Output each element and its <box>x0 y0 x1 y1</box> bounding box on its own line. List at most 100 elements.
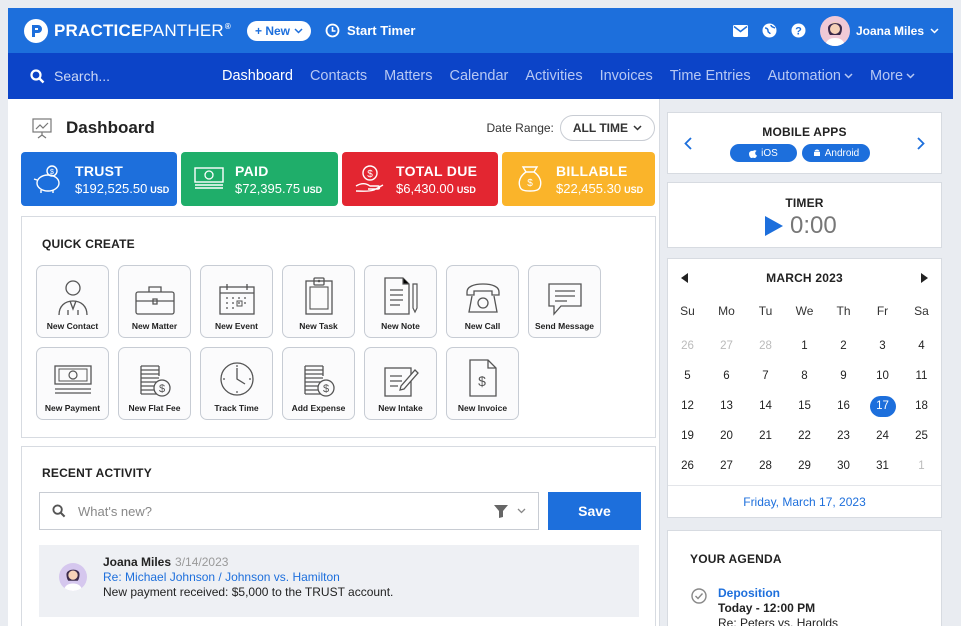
calendar-day[interactable]: 13 <box>707 391 746 421</box>
selected-date-label[interactable]: Friday, March 17, 2023 <box>668 495 941 509</box>
avatar <box>819 15 850 46</box>
next-month-icon[interactable] <box>920 273 928 283</box>
nav-calendar[interactable]: Calendar <box>450 68 509 84</box>
new-task-button[interactable]: New Task <box>282 265 355 338</box>
nav-activities[interactable]: Activities <box>525 68 582 84</box>
previous-month-icon[interactable] <box>681 273 688 283</box>
help-icon[interactable]: ? <box>791 23 806 38</box>
whats-new-input[interactable]: What's new? <box>39 492 539 530</box>
save-button[interactable]: Save <box>548 492 641 530</box>
nav-invoices[interactable]: Invoices <box>600 68 653 84</box>
calendar-week: 19 20 21 22 23 24 25 <box>668 421 941 451</box>
globe-icon[interactable] <box>762 23 777 38</box>
mail-icon[interactable] <box>732 24 748 37</box>
calendar-day[interactable]: 6 <box>707 361 746 391</box>
new-event-button[interactable]: New Event <box>200 265 273 338</box>
calendar-day-selected[interactable]: 17 <box>863 391 902 421</box>
play-icon[interactable] <box>764 215 784 237</box>
android-app-button[interactable]: Android <box>802 144 870 162</box>
filter-dropdown[interactable] <box>493 503 526 519</box>
ios-app-button[interactable]: iOS <box>730 144 797 162</box>
new-button[interactable]: + New <box>246 20 311 41</box>
new-call-button[interactable]: New Call <box>446 265 519 338</box>
invoice-icon: $ <box>468 359 497 397</box>
date-range-label: Date Range: <box>486 121 554 135</box>
calendar-day[interactable]: 28 <box>746 451 785 481</box>
calendar-day[interactable]: 8 <box>785 361 824 391</box>
calendar-day[interactable]: 23 <box>824 421 863 451</box>
new-payment-button[interactable]: New Payment <box>36 347 109 420</box>
calendar-day[interactable]: 14 <box>746 391 785 421</box>
day-of-week-label: Fr <box>876 304 889 318</box>
calendar-day[interactable]: 25 <box>902 421 941 451</box>
nav-contacts[interactable]: Contacts <box>310 68 367 84</box>
date-range-value: ALL TIME <box>572 121 628 135</box>
calendar-day[interactable]: 24 <box>863 421 902 451</box>
calendar-day[interactable]: 7 <box>746 361 785 391</box>
calendar-day[interactable]: 27 <box>707 331 746 361</box>
user-menu[interactable]: Joana Miles <box>819 15 939 46</box>
send-message-button[interactable]: Send Message <box>528 265 601 338</box>
whats-new-placeholder: What's new? <box>78 503 153 519</box>
agenda-item-matter: Re: Peters vs. Harolds <box>718 616 839 626</box>
calendar-day[interactable]: 10 <box>863 361 902 391</box>
date-range-select[interactable]: ALL TIME <box>559 115 655 141</box>
calendar-day[interactable]: 19 <box>668 421 707 451</box>
calendar-day[interactable]: 29 <box>785 451 824 481</box>
calendar-day[interactable]: 1 <box>902 451 941 481</box>
nav-time-entries[interactable]: Time Entries <box>670 68 751 84</box>
nav-automation[interactable]: Automation <box>768 68 853 84</box>
calendar-day[interactable]: 11 <box>902 361 941 391</box>
calendar-day[interactable]: 27 <box>707 451 746 481</box>
add-expense-button[interactable]: $ Add Expense <box>282 347 355 420</box>
nav-dashboard[interactable]: Dashboard <box>222 68 293 84</box>
note-icon <box>383 277 418 315</box>
new-note-button[interactable]: New Note <box>364 265 437 338</box>
calendar-day[interactable]: 2 <box>824 331 863 361</box>
android-icon <box>813 149 820 156</box>
calendar-day[interactable]: 5 <box>668 361 707 391</box>
activity-matter-link[interactable]: Michael Johnson / Johnson vs. Hamilton <box>125 570 340 584</box>
new-invoice-button[interactable]: $ New Invoice <box>446 347 519 420</box>
calendar-day[interactable]: 22 <box>785 421 824 451</box>
check-circle-icon[interactable] <box>691 588 707 604</box>
new-intake-button[interactable]: New Intake <box>364 347 437 420</box>
nav-matters[interactable]: Matters <box>384 68 432 84</box>
calendar-day[interactable]: 31 <box>863 451 902 481</box>
start-timer-button[interactable]: Start Timer <box>325 23 415 38</box>
calendar-day[interactable]: 18 <box>902 391 941 421</box>
calendar-day[interactable]: 30 <box>824 451 863 481</box>
calendar-day[interactable]: 4 <box>902 331 941 361</box>
calendar-day[interactable]: 20 <box>707 421 746 451</box>
calendar-month: MARCH 2023 <box>766 271 843 285</box>
new-flat-fee-button[interactable]: $ New Flat Fee <box>118 347 191 420</box>
calendar-day[interactable]: 12 <box>668 391 707 421</box>
new-contact-button[interactable]: New Contact <box>36 265 109 338</box>
calendar-day[interactable]: 26 <box>668 331 707 361</box>
calendar-day[interactable]: 1 <box>785 331 824 361</box>
nav-more[interactable]: More <box>870 68 915 84</box>
new-matter-button[interactable]: New Matter <box>118 265 191 338</box>
calendar-day[interactable]: 9 <box>824 361 863 391</box>
billable-label: BILLABLE <box>556 162 628 179</box>
total-due-card[interactable]: $ TOTAL DUE $6,430.00 USD <box>342 152 498 206</box>
paid-card[interactable]: PAID $72,395.75 USD <box>181 152 338 206</box>
calendar-week: 26 27 28 29 30 31 1 <box>668 451 941 481</box>
calendar-day[interactable]: 28 <box>746 331 785 361</box>
day-of-week-label: We <box>795 304 814 318</box>
search-input[interactable]: Search... <box>30 68 210 84</box>
calendar-day[interactable]: 26 <box>668 451 707 481</box>
agenda-item-title[interactable]: Deposition <box>718 586 838 601</box>
billable-card[interactable]: $ BILLABLE $22,455.30 USD <box>502 152 655 206</box>
trust-card[interactable]: $ TRUST $192,525.50 USD <box>21 152 177 206</box>
calendar-day[interactable]: 21 <box>746 421 785 451</box>
calendar-day[interactable]: 3 <box>863 331 902 361</box>
calendar-day[interactable]: 15 <box>785 391 824 421</box>
mobile-apps-panel: MOBILE APPS iOS Android <box>667 112 942 174</box>
logo[interactable]: PRACTICEPANTHER® <box>24 18 231 43</box>
agenda-title: YOUR AGENDA <box>690 552 782 566</box>
svg-text:$: $ <box>322 383 328 395</box>
track-time-button[interactable]: Track Time <box>200 347 273 420</box>
dashboard-header: Dashboard Date Range: ALL TIME <box>30 114 655 142</box>
calendar-day[interactable]: 16 <box>824 391 863 421</box>
